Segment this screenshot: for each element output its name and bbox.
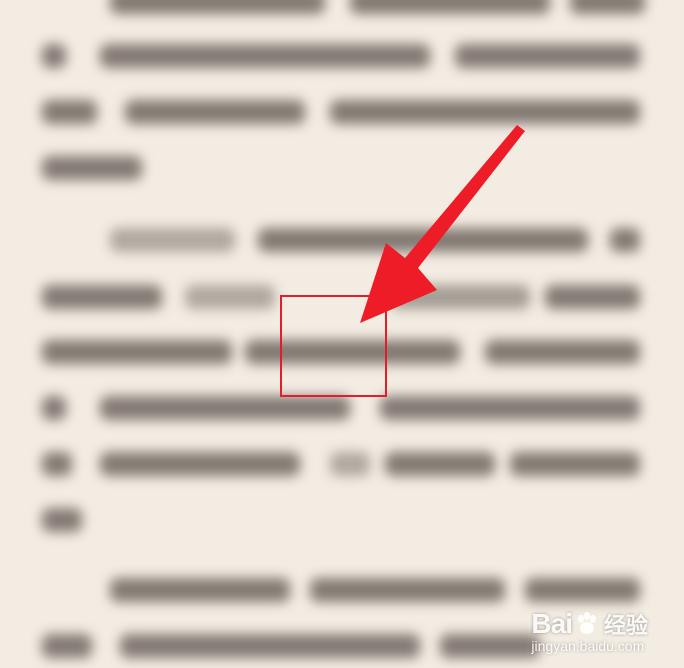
watermark-domain: jingyan.baidu.com <box>531 638 645 654</box>
red-arrow-icon <box>360 125 525 323</box>
watermark-brand: Bai <box>531 608 573 639</box>
paw-icon <box>577 612 596 634</box>
watermark-brand-suffix: 经验 <box>603 614 648 639</box>
annotation-overlay <box>280 125 525 397</box>
baidu-jingyan-watermark: Bai 经验 jingyan.baidu.com <box>531 608 648 654</box>
screenshot-page: Bai 经验 jingyan.baidu.com <box>0 0 684 668</box>
